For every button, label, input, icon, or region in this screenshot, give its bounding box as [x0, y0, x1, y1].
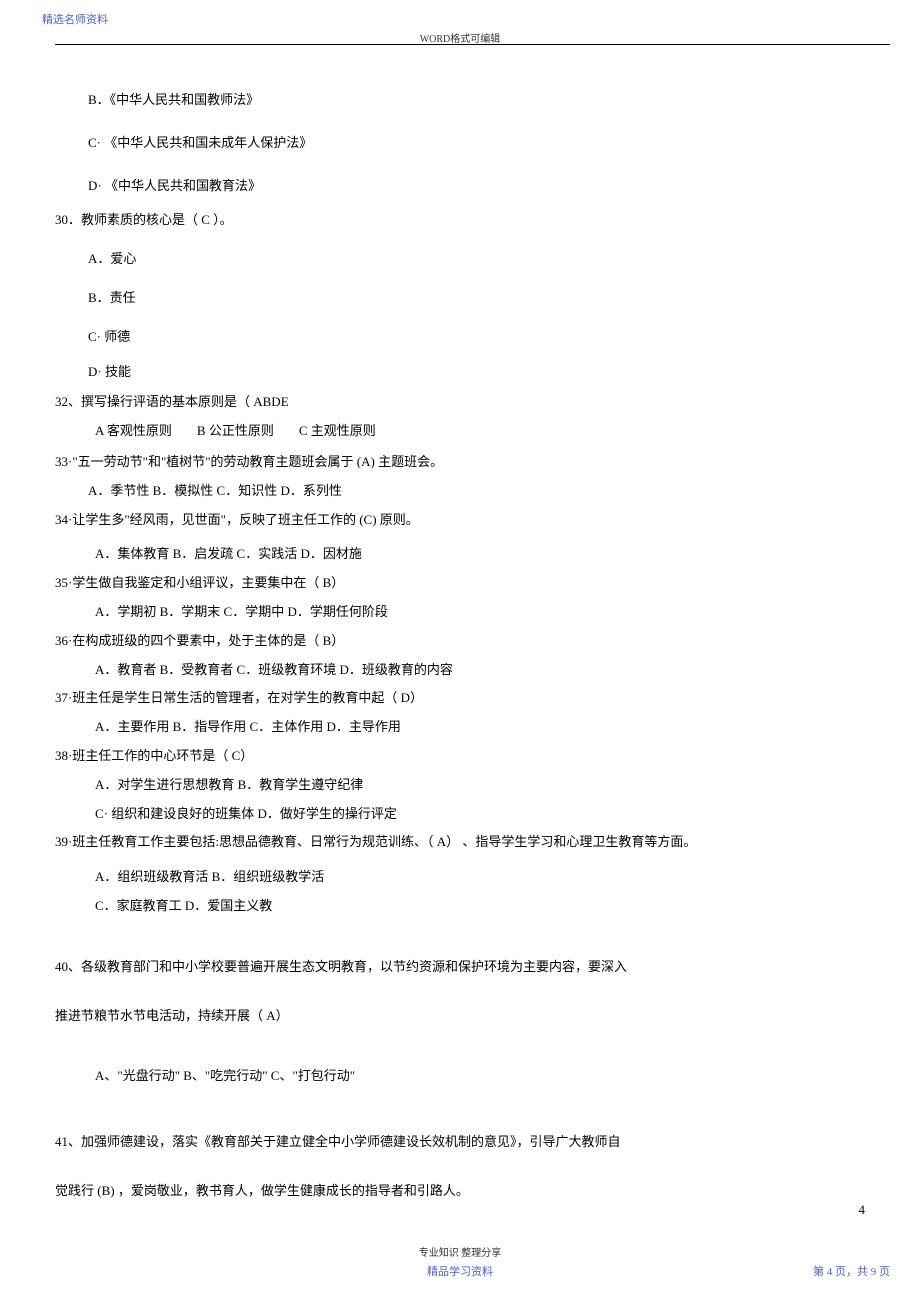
q30-d: D· 技能: [55, 362, 865, 383]
q37-stem: 37·班主任是学生日常生活的管理者，在对学生的教育中起（ D）: [55, 688, 865, 709]
q32-stem: 32、撰写操行评语的基本原则是（ ABDE: [55, 392, 865, 413]
q37-opts: A．主要作用 B．指导作用 C．主体作用 D．主导作用: [55, 717, 865, 738]
q38-opts1: A．对学生进行思想教育 B．教育学生遵守纪律: [55, 775, 865, 796]
q41-stem2: 觉践行 (B) ，爱岗敬业，教书育人，做学生健康成长的指导者和引路人。: [55, 1181, 865, 1202]
q32-b: B 公正性原则: [197, 421, 274, 442]
q39-stem: 39·班主任教育工作主要包括:思想品德教育、日常行为规范训练、（ A） 、指导学…: [55, 832, 865, 853]
q40-stem1: 40、各级教育部门和中小学校要普遍开展生态文明教育，以节约资源和保护环境为主要内…: [55, 957, 865, 978]
footer-center: 专业知识 整理分享: [0, 1246, 920, 1262]
q30-b: B．责任: [55, 288, 865, 309]
q34-opts: A．集体教育 B．启发疏 C．实践活 D．因材施: [55, 544, 865, 565]
option-b: B．《中华人民共和国教师法》: [55, 90, 865, 111]
q32-a: A 客观性原则: [95, 421, 172, 442]
q32-c: C 主观性原则: [299, 421, 376, 442]
q38-opts2: C· 组织和建设良好的班集体 D．做好学生的操行评定: [55, 804, 865, 825]
q36-stem: 36·在构成班级的四个要素中，处于主体的是（ B）: [55, 631, 865, 652]
q30-stem: 30．教师素质的核心是（ C ）。: [55, 210, 865, 231]
option-d: D· 《中华人民共和国教育法》: [55, 176, 865, 197]
q32-row1: A 客观性原则 B 公正性原则 C 主观性原则: [55, 421, 865, 442]
q35-opts: A．学期初 B．学期末 C．学期中 D．学期任何阶段: [55, 602, 865, 623]
header-center-label: WORD格式可编辑: [0, 32, 920, 48]
q39-opts2: C．家庭教育工 D．爱国主义教: [55, 896, 865, 917]
q30-c: C· 师德: [55, 327, 865, 348]
header-divider: [55, 44, 890, 45]
q33-stem: 33·"五一劳动节"和"植树节"的劳动教育主题班会属于 (A) 主题班会。: [55, 452, 865, 473]
q41-stem1: 41、加强师德建设，落实《教育部关于建立健全中小学师德建设长效机制的意见》，引导…: [55, 1132, 865, 1153]
header-left-label: 精选名师资料: [42, 12, 108, 30]
document-body: B．《中华人民共和国教师法》 C· 《中华人民共和国未成年人保护法》 D· 《中…: [55, 90, 865, 1210]
q35-stem: 35·学生做自我鉴定和小组评议，主要集中在（ B）: [55, 573, 865, 594]
q30-a: A．爱心: [55, 249, 865, 270]
footer-right: 第 4 页，共 9 页: [813, 1264, 890, 1282]
q39-opts1: A．组织班级教育活 B．组织班级教学活: [55, 867, 865, 888]
q36-opts: A．教育者 B．受教育者 C．班级教育环境 D．班级教育的内容: [55, 660, 865, 681]
option-c: C· 《中华人民共和国未成年人保护法》: [55, 133, 865, 154]
page-number-corner: 4: [859, 1200, 866, 1221]
q33-opts: A．季节性 B．模拟性 C．知识性 D．系列性: [55, 481, 865, 502]
footer-sub: 精品学习资料: [0, 1264, 920, 1282]
q34-stem: 34·让学生多"经风雨，见世面"，反映了班主任工作的 (C) 原则。: [55, 510, 865, 531]
q38-stem: 38·班主任工作的中心环节是（ C）: [55, 746, 865, 767]
q40-opts: A、"光盘行动" B、"吃完行动" C、"打包行动": [55, 1066, 865, 1087]
q40-stem2: 推进节粮节水节电活动，持续开展（ A）: [55, 1006, 865, 1027]
